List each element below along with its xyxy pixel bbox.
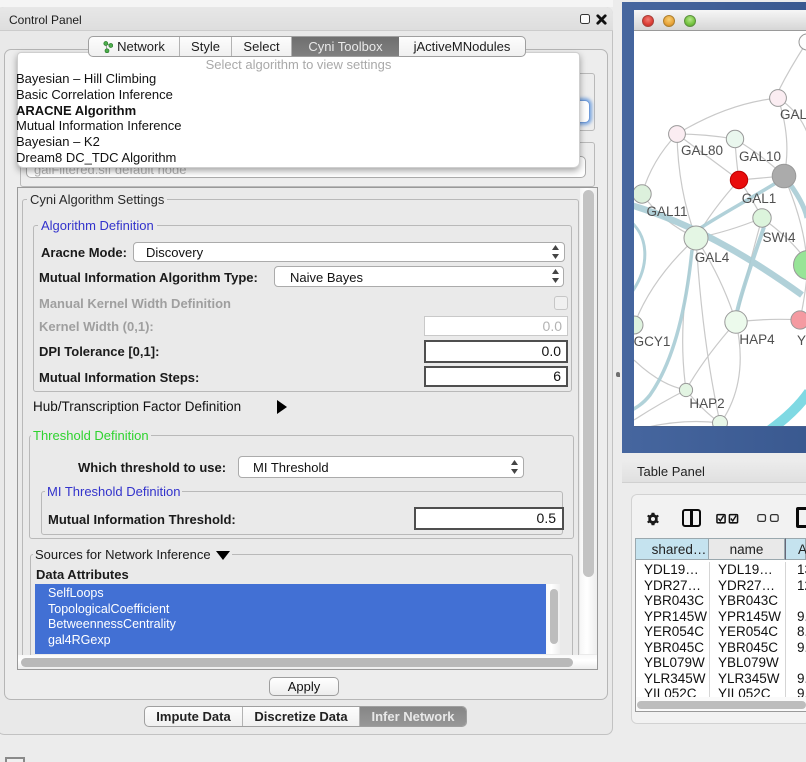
svg-text:GAL11: GAL11 xyxy=(646,204,687,219)
svg-text:GAL10: GAL10 xyxy=(739,149,781,164)
svg-text:GAL80: GAL80 xyxy=(681,143,723,158)
svg-text:SWI4: SWI4 xyxy=(762,230,795,245)
svg-text:GCY1: GCY1 xyxy=(634,334,670,349)
svg-text:HAP2: HAP2 xyxy=(689,396,724,411)
svg-text:Y: Y xyxy=(797,333,806,348)
svg-text:GAL1: GAL1 xyxy=(742,191,777,206)
svg-text:HAP4: HAP4 xyxy=(739,332,775,347)
svg-text:GAL: GAL xyxy=(780,107,806,122)
svg-text:GAL4: GAL4 xyxy=(695,250,730,265)
